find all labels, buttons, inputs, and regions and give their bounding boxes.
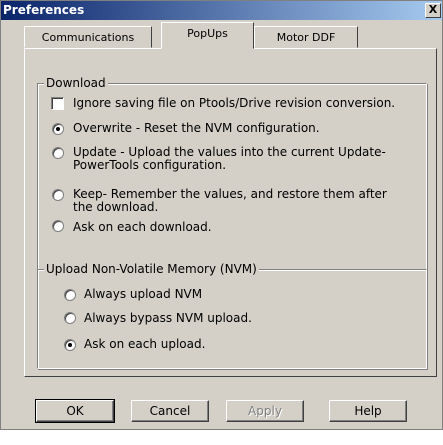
tab-panel-popups: Download Ignore saving file on Ptools/Dr…	[24, 48, 437, 377]
upload-nvm-group: Upload Non-Volatile Memory (NVM) Always …	[37, 262, 427, 369]
ignore-saving-checkbox[interactable]	[51, 97, 64, 110]
ask-download-label: Ask on each download.	[73, 220, 212, 234]
ok-button[interactable]: OK	[35, 399, 115, 423]
keep-radio[interactable]	[52, 189, 64, 201]
ignore-saving-label: Ignore saving file on Ptools/Drive revis…	[73, 96, 396, 110]
title-bar[interactable]: Preferences X	[1, 1, 442, 20]
close-button[interactable]: X	[425, 3, 441, 18]
always-bypass-radio[interactable]	[64, 312, 76, 324]
window-title: Preferences	[3, 3, 85, 17]
ask-upload-radio[interactable]	[64, 339, 76, 351]
ask-download-radio[interactable]	[52, 220, 64, 232]
update-label-line1: Update - Upload the values into the curr…	[73, 145, 386, 159]
upload-nvm-group-legend: Upload Non-Volatile Memory (NVM)	[44, 262, 259, 276]
always-bypass-label: Always bypass NVM upload.	[84, 311, 252, 325]
always-upload-label: Always upload NVM	[84, 287, 203, 301]
cancel-button[interactable]: Cancel	[131, 400, 209, 422]
keep-label-line2: the download.	[73, 200, 159, 214]
download-group-legend: Download	[44, 76, 108, 90]
overwrite-label: Overwrite - Reset the NVM configuration.	[73, 121, 320, 135]
update-label-line2: PowerTools configuration.	[73, 158, 227, 172]
preferences-dialog: Preferences X Communications PopUps Moto…	[0, 0, 443, 430]
apply-button[interactable]: Apply	[226, 400, 304, 422]
tab-motor-ddf[interactable]: Motor DDF	[254, 26, 358, 48]
overwrite-radio[interactable]	[52, 123, 64, 135]
tab-communications[interactable]: Communications	[24, 26, 152, 48]
ask-upload-label: Ask on each upload.	[84, 337, 206, 351]
keep-label-line1: Keep- Remember the values, and restore t…	[73, 187, 387, 201]
update-radio[interactable]	[52, 147, 64, 159]
help-button[interactable]: Help	[329, 400, 407, 422]
tab-popups[interactable]: PopUps	[161, 22, 254, 49]
download-group: Download Ignore saving file on Ptools/Dr…	[37, 76, 427, 270]
always-upload-radio[interactable]	[64, 289, 76, 301]
